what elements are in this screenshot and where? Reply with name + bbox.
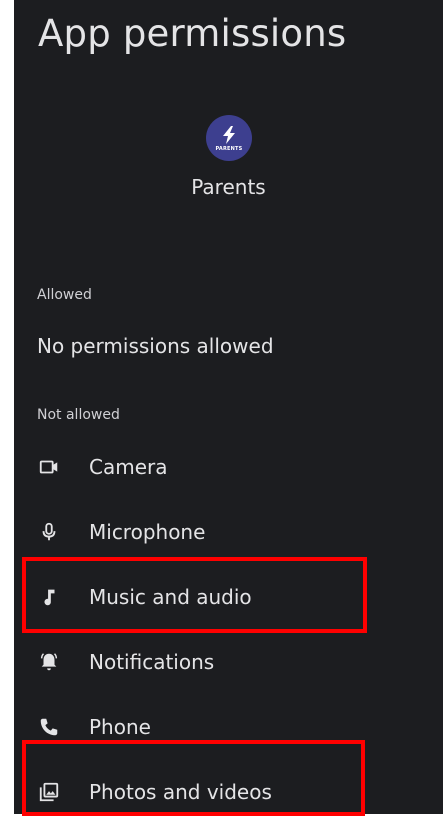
bell-icon — [38, 651, 60, 673]
permission-label: Photos and videos — [89, 780, 272, 804]
permission-row-notifications[interactable]: Notifications — [14, 637, 443, 687]
app-icon-text: PARENTS — [215, 145, 243, 152]
no-permissions-allowed: No permissions allowed — [37, 334, 274, 358]
app-permissions-screen: App permissions PARENTS Parents Allowed … — [14, 0, 443, 814]
permission-label: Music and audio — [89, 585, 252, 609]
permission-label: Microphone — [89, 520, 206, 544]
app-icon: PARENTS — [206, 115, 252, 161]
phone-icon — [38, 716, 60, 738]
photo-library-icon — [38, 781, 60, 803]
permission-label: Camera — [89, 455, 168, 479]
permission-row-phone[interactable]: Phone — [14, 702, 443, 752]
page-title: App permissions — [38, 12, 347, 55]
app-name: Parents — [191, 175, 266, 199]
permission-label: Phone — [89, 715, 151, 739]
music-note-icon — [38, 586, 60, 608]
microphone-icon — [38, 521, 60, 543]
permission-row-microphone[interactable]: Microphone — [14, 507, 443, 557]
lightning-bolt-icon — [223, 125, 235, 144]
permission-row-camera[interactable]: Camera — [14, 442, 443, 492]
camera-icon — [38, 456, 60, 478]
section-label-allowed: Allowed — [37, 287, 92, 303]
permission-label: Notifications — [89, 650, 215, 674]
permission-row-photos-and-videos[interactable]: Photos and videos — [14, 767, 443, 814]
permission-row-music-and-audio[interactable]: Music and audio — [14, 572, 443, 622]
section-label-not-allowed: Not allowed — [37, 407, 120, 423]
